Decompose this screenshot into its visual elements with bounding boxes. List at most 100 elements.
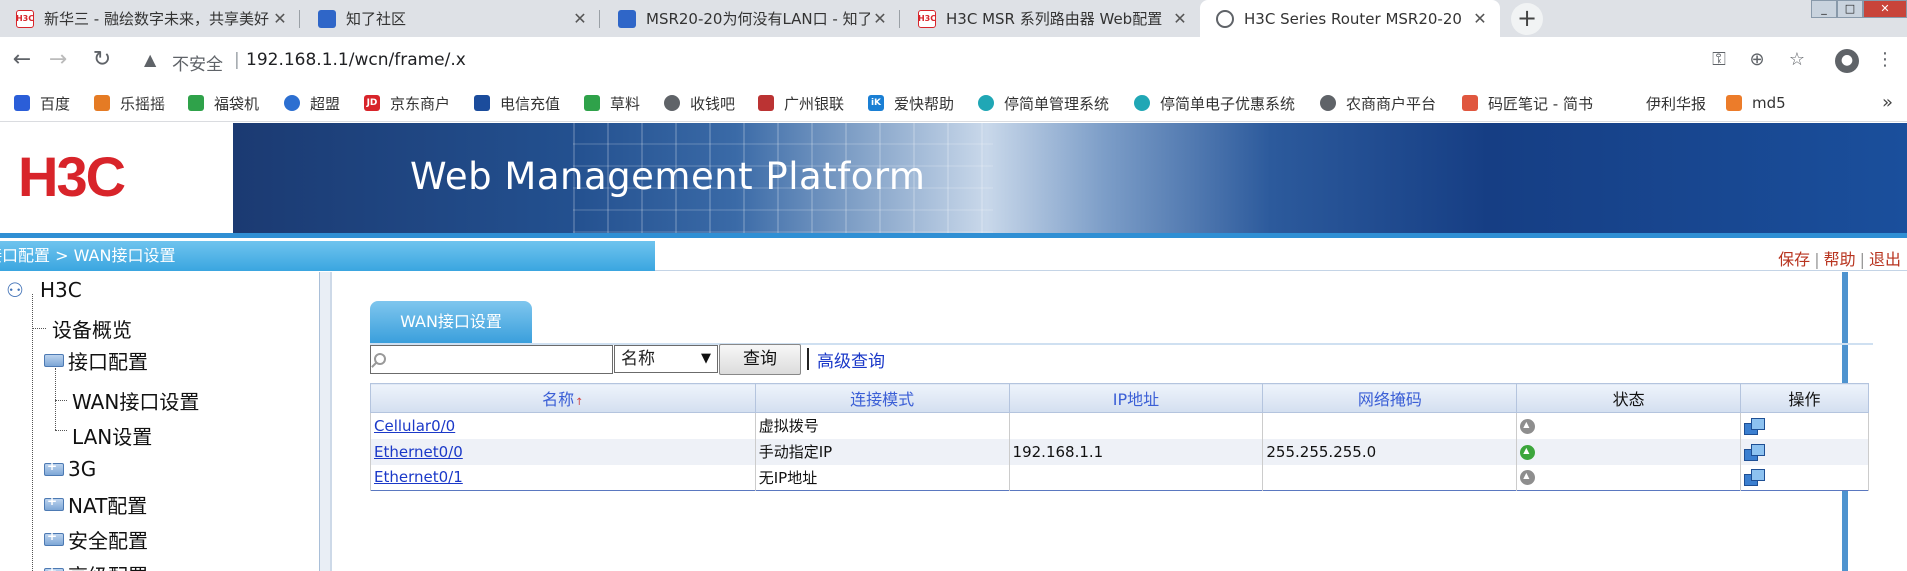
advanced-query-link[interactable]: 高级查询 [817, 347, 885, 372]
reload-button[interactable]: ↻ [90, 49, 114, 73]
address-bar[interactable]: ▲ 不安全 | 192.168.1.1/wcn/frame/.x [136, 45, 1736, 76]
bookmark-item[interactable]: 百度 [14, 92, 70, 114]
bookmark-item[interactable]: 码匠笔记 - 简书 [1462, 92, 1593, 114]
security-status[interactable]: 不安全 [172, 50, 223, 75]
h3c-favicon-icon: H3C [16, 9, 34, 28]
edit-icon[interactable] [1744, 416, 1766, 436]
bookmark-item[interactable]: md5 [1726, 92, 1786, 114]
new-tab-button[interactable]: + [1511, 3, 1543, 35]
baidu-paw-icon [14, 95, 30, 111]
query-button[interactable]: 查询 [719, 344, 801, 375]
nav-label: 3G [68, 457, 97, 481]
close-tab-icon[interactable]: ✕ [1470, 9, 1490, 28]
table-header-row: 名称↑ 连接模式 IP地址 网络掩码 状态 操作 [370, 383, 1869, 413]
bookmark-label: 京东商户 [390, 94, 451, 113]
svg-text:H3C: H3C [18, 145, 125, 208]
bookmark-item[interactable]: 福袋机 [188, 92, 259, 114]
bookmark-item[interactable]: JD 京东商户 [364, 92, 450, 114]
nav-item-3g[interactable]: 3G [44, 453, 96, 485]
close-tab-icon[interactable]: ✕ [870, 9, 890, 28]
key-icon[interactable]: ⚿ [1707, 49, 1731, 73]
interface-name-link[interactable]: Ethernet0/1 [374, 468, 463, 486]
column-header-ip[interactable]: IP地址 [1008, 383, 1264, 413]
nav-item-interface-config[interactable]: 接口配置 [44, 344, 148, 376]
interface-name-link[interactable]: Ethernet0/0 [374, 443, 463, 461]
bookmark-item[interactable]: 电信充值 [474, 92, 560, 114]
edit-icon[interactable] [1744, 467, 1766, 487]
star-icon[interactable]: ☆ [1785, 49, 1809, 73]
bookmark-item[interactable]: 草料 [584, 92, 640, 114]
column-header-name[interactable]: 名称↑ [370, 383, 756, 413]
nav-item-security[interactable]: 安全配置 [44, 523, 148, 555]
window-controls: _ □ ✕ [1811, 0, 1907, 18]
bookmark-item[interactable]: 超盟 [284, 92, 340, 114]
bookmark-item[interactable]: 收钱吧 [664, 92, 735, 114]
nav-root[interactable]: ⚇ H3C [6, 274, 82, 306]
jianshu-icon [1462, 95, 1478, 111]
close-tab-icon[interactable]: ✕ [1170, 9, 1190, 28]
zoom-icon[interactable]: ⊕ [1745, 49, 1769, 73]
close-tab-icon[interactable]: ✕ [270, 9, 290, 28]
bookmark-item[interactable]: 停简单电子优惠系统 [1134, 92, 1295, 114]
folder-closed-icon [44, 494, 64, 511]
search-field-select[interactable]: 名称 ▼ [614, 345, 718, 373]
close-window-button[interactable]: ✕ [1863, 0, 1907, 18]
warning-icon[interactable]: ▲ [144, 50, 156, 69]
connection-mode: 无IP地址 [754, 464, 1010, 491]
nav-item-wan[interactable]: WAN接口设置 [72, 384, 199, 416]
bookmark-item[interactable]: 乐摇摇 [94, 92, 165, 114]
nav-item-nat[interactable]: NAT配置 [44, 488, 147, 520]
bookmark-icon [188, 95, 204, 111]
sort-ascending-icon: ↑ [575, 397, 584, 408]
browser-tab[interactable]: MSR20-20为何没有LAN口 - 知了 ✕ [602, 0, 900, 37]
browser-tab[interactable]: H3C H3C MSR 系列路由器 Web配置 ✕ [902, 0, 1200, 37]
bookmark-label: 收钱吧 [690, 94, 736, 113]
interface-name-link[interactable]: Cellular0/0 [374, 417, 455, 435]
nav-label: 接口配置 [68, 349, 148, 374]
nav-item-lan[interactable]: LAN设置 [72, 419, 152, 451]
edit-icon[interactable] [1744, 442, 1766, 462]
nav-item-overview[interactable]: 设备概览 [52, 312, 132, 344]
nav-item-advanced[interactable]: 高级配置 [44, 558, 148, 571]
help-link[interactable]: 帮助 [1824, 250, 1856, 269]
close-tab-icon[interactable]: ✕ [570, 9, 590, 28]
tab-title: H3C Series Router MSR20-20 [1244, 9, 1462, 28]
browser-tab[interactable]: H3C 新华三 - 融绘数字未来，共享美好 ✕ [0, 0, 300, 37]
browser-tab[interactable]: 知了社区 ✕ [302, 0, 600, 37]
bookmarks-bar: 百度 乐摇摇 福袋机 超盟 JD 京东商户 电信充值 草料 收钱吧 广州银联 iK… [0, 84, 1907, 122]
bookmark-item[interactable]: 广州银联 [758, 92, 844, 114]
bookmark-item[interactable]: 停简单管理系统 [978, 92, 1109, 114]
bookmark-icon [94, 95, 110, 111]
nav-label: LAN设置 [72, 424, 153, 449]
maximize-button[interactable]: □ [1837, 0, 1863, 18]
url-separator: | [234, 50, 240, 70]
tab-title: 新华三 - 融绘数字未来，共享美好 [44, 10, 269, 28]
bookmark-label: 百度 [40, 94, 71, 113]
url-text[interactable]: 192.168.1.1/wcn/frame/.x [246, 50, 466, 70]
forward-button[interactable]: → [46, 49, 70, 73]
column-header-mask[interactable]: 网络掩码 [1262, 383, 1518, 413]
logout-link[interactable]: 退出 [1869, 250, 1901, 269]
bookmark-item[interactable]: iK 爱快帮助 [868, 92, 954, 114]
jd-icon: JD [364, 95, 380, 111]
bookmark-item[interactable]: 农商商户平台 [1320, 92, 1436, 114]
globe-icon [1216, 9, 1234, 28]
netmask [1262, 412, 1518, 439]
back-button[interactable]: ← [10, 49, 34, 73]
ikuai-icon: iK [868, 95, 884, 111]
search-input[interactable] [370, 345, 613, 374]
tab-wan-settings[interactable]: WAN接口设置 [370, 301, 532, 343]
h3c-logo-icon: H3C [18, 145, 127, 208]
profile-icon[interactable]: ● [1835, 49, 1859, 73]
telecom-icon [474, 95, 490, 111]
bookmarks-overflow-button[interactable]: » [1882, 92, 1893, 113]
minimize-button[interactable]: _ [1811, 0, 1837, 18]
md5-icon [1726, 95, 1742, 111]
menu-icon[interactable]: ⋮ [1873, 49, 1897, 73]
navigation-scrollbar[interactable] [320, 272, 332, 571]
save-link[interactable]: 保存 [1778, 250, 1810, 269]
bookmark-label: md5 [1752, 94, 1786, 112]
bookmark-item[interactable]: 伊利华报 [1620, 92, 1706, 114]
browser-tab-active[interactable]: H3C Series Router MSR20-20 ✕ [1200, 0, 1500, 37]
column-header-mode[interactable]: 连接模式 [754, 383, 1010, 413]
